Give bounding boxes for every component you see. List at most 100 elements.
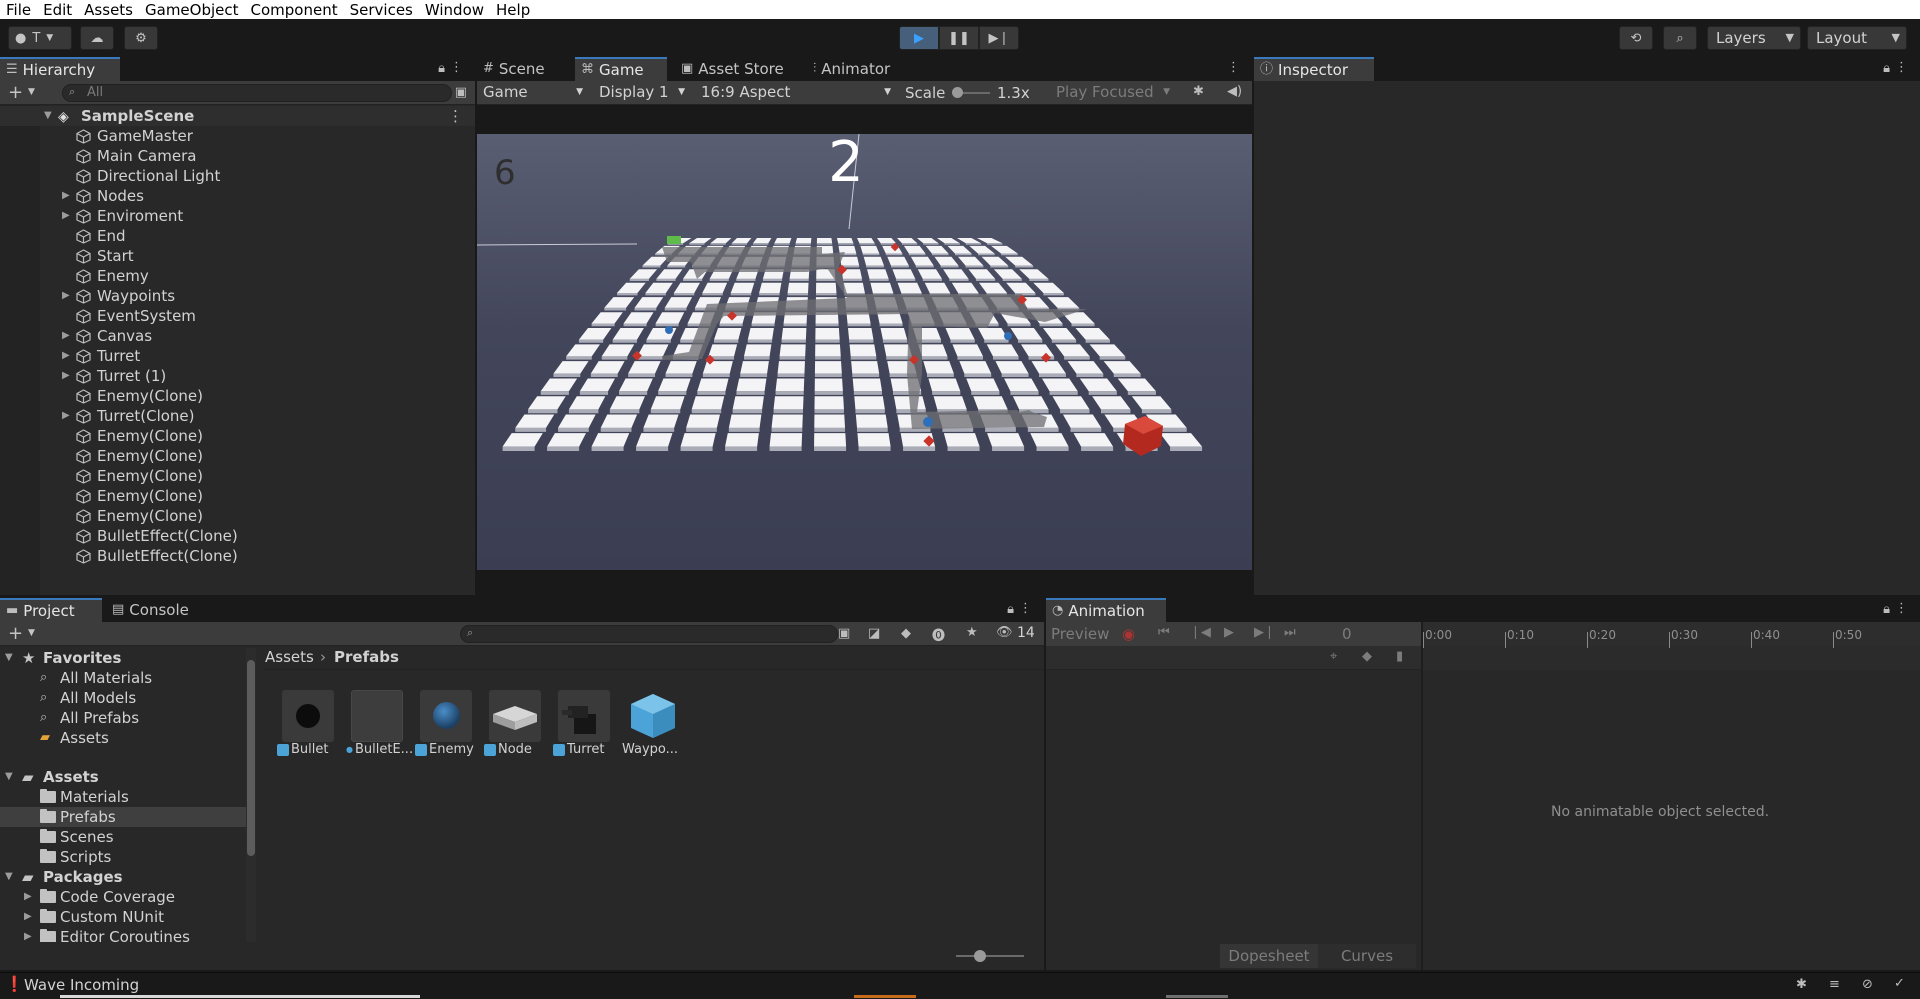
node-tile[interactable] <box>686 414 720 428</box>
tab-game[interactable]: ⌘ Game <box>575 57 667 81</box>
node-tile[interactable] <box>1055 344 1090 357</box>
expand-arrow-icon[interactable]: ▼ <box>44 106 52 126</box>
event-lane[interactable] <box>1423 646 1920 670</box>
node-tile[interactable] <box>857 433 891 447</box>
node-tile[interactable] <box>697 378 729 392</box>
node-tile[interactable] <box>591 433 630 447</box>
hidden-eye-icon[interactable]: 👁︎ <box>996 625 1013 640</box>
node-tile[interactable] <box>943 269 969 279</box>
node-tile[interactable] <box>1079 378 1117 392</box>
node-tile[interactable] <box>566 344 600 357</box>
expand-arrow-icon[interactable]: ▼ <box>5 648 13 668</box>
node-tile[interactable] <box>1010 327 1043 340</box>
package-custom-nunit[interactable]: ▶ Custom NUnit <box>0 907 246 927</box>
add-event-icon[interactable]: ▮ <box>1396 649 1403 664</box>
breadcrumb-prefabs[interactable]: Prefabs <box>334 648 399 666</box>
search-button[interactable]: ⌕ <box>1663 26 1697 50</box>
prefab-turret[interactable]: Turret <box>553 690 619 768</box>
node-tile[interactable] <box>781 327 807 340</box>
node-tile[interactable] <box>728 414 762 428</box>
chevron-down-icon[interactable]: ▼ <box>28 87 35 97</box>
node-tile[interactable] <box>851 361 880 374</box>
node-tile[interactable] <box>502 433 543 447</box>
prefab-waypoint[interactable]: Waypo... <box>622 690 688 768</box>
node-tile[interactable] <box>673 282 700 293</box>
node-tile[interactable] <box>910 256 934 266</box>
node-tile[interactable] <box>843 282 865 293</box>
expand-arrow-icon[interactable]: ▶ <box>62 286 70 306</box>
node-tile[interactable] <box>774 238 792 244</box>
game-mode-dropdown[interactable]: Game ▼ <box>479 82 587 103</box>
node-tile[interactable] <box>664 297 693 308</box>
node-tile[interactable] <box>814 433 847 447</box>
filter-icon[interactable]: ▣ <box>455 85 467 100</box>
node-tile[interactable] <box>629 269 658 279</box>
node-tile[interactable] <box>928 378 961 392</box>
hierarchy-item[interactable]: Enemy(Clone) <box>0 446 475 466</box>
node-tile[interactable] <box>775 378 805 392</box>
hierarchy-item[interactable]: ▶ Turret(Clone) <box>0 406 475 426</box>
hierarchy-item[interactable]: End <box>0 226 475 246</box>
node-tile[interactable] <box>978 327 1009 340</box>
icon-size-slider-thumb[interactable] <box>974 950 986 962</box>
node-tile[interactable] <box>787 282 809 293</box>
hierarchy-item[interactable]: ▶ Canvas <box>0 326 475 346</box>
node-tile[interactable] <box>814 414 846 428</box>
play-button[interactable]: ▶ <box>899 26 939 50</box>
hierarchy-item[interactable]: Main Camera <box>0 146 475 166</box>
node-tile[interactable] <box>636 433 673 447</box>
assets-header[interactable]: ▼ ▰ Assets <box>0 767 246 787</box>
node-tile[interactable] <box>628 361 661 374</box>
node-tile[interactable] <box>1004 378 1039 392</box>
node-tile[interactable] <box>1033 282 1064 293</box>
favorites-header[interactable]: ▼ ★ Favorites <box>0 648 246 668</box>
node-tile[interactable] <box>731 238 752 244</box>
node-tile[interactable] <box>1021 344 1055 357</box>
node-tile[interactable] <box>553 361 589 374</box>
expand-arrow-icon[interactable]: ▼ <box>5 767 13 787</box>
scale-slider[interactable] <box>952 87 990 98</box>
node-tile[interactable] <box>815 282 837 293</box>
node-tile[interactable] <box>689 238 712 244</box>
node-tile[interactable] <box>609 396 645 410</box>
node-tile[interactable] <box>658 378 691 392</box>
pause-button[interactable]: ❚❚ <box>939 26 979 50</box>
expand-arrow-icon[interactable]: ▶ <box>62 326 70 346</box>
node-tile[interactable] <box>815 327 840 340</box>
node-tile[interactable] <box>968 269 996 279</box>
node-tile[interactable] <box>981 256 1009 266</box>
expand-arrow-icon[interactable]: ▶ <box>62 186 70 206</box>
chevron-down-icon[interactable]: ▼ <box>28 628 35 638</box>
node-tile[interactable] <box>769 433 803 447</box>
node-tile[interactable] <box>855 414 888 428</box>
hierarchy-search-field[interactable]: ⌕ All <box>62 84 452 102</box>
node-tile[interactable] <box>604 297 635 308</box>
node-tile[interactable] <box>557 414 596 428</box>
node-tile[interactable] <box>854 396 885 410</box>
frame-field[interactable]: 0 <box>1336 624 1416 644</box>
node-tile[interactable] <box>993 269 1022 279</box>
folder-materials[interactable]: Materials <box>0 787 246 807</box>
node-tile[interactable] <box>848 327 874 340</box>
node-tile[interactable] <box>877 238 897 244</box>
star-icon[interactable]: ★ <box>966 625 978 640</box>
node-tile[interactable] <box>1047 297 1080 308</box>
preview-button[interactable]: Preview <box>1051 625 1109 643</box>
node-tile[interactable] <box>732 396 764 410</box>
node-tile[interactable] <box>969 245 995 254</box>
node-tile[interactable] <box>590 361 625 374</box>
node-tile[interactable] <box>917 238 939 244</box>
node-tile[interactable] <box>979 282 1008 293</box>
node-tile[interactable] <box>973 396 1008 410</box>
tab-animator[interactable]: ⫶ Animator <box>807 57 927 81</box>
tab-animation[interactable]: ◔ Animation <box>1046 598 1166 622</box>
favorite-all-models[interactable]: ⌕ All Models <box>0 688 246 708</box>
prefab-bulleteffect[interactable]: ● BulletE... <box>346 690 412 768</box>
node-tile[interactable] <box>815 344 841 357</box>
node-tile[interactable] <box>1073 433 1114 447</box>
hierarchy-item[interactable]: Start <box>0 246 475 266</box>
node-tile[interactable] <box>816 238 833 244</box>
node-tile[interactable] <box>795 238 812 244</box>
node-tile[interactable] <box>601 344 635 357</box>
folder-scenes[interactable]: Scenes <box>0 827 246 847</box>
